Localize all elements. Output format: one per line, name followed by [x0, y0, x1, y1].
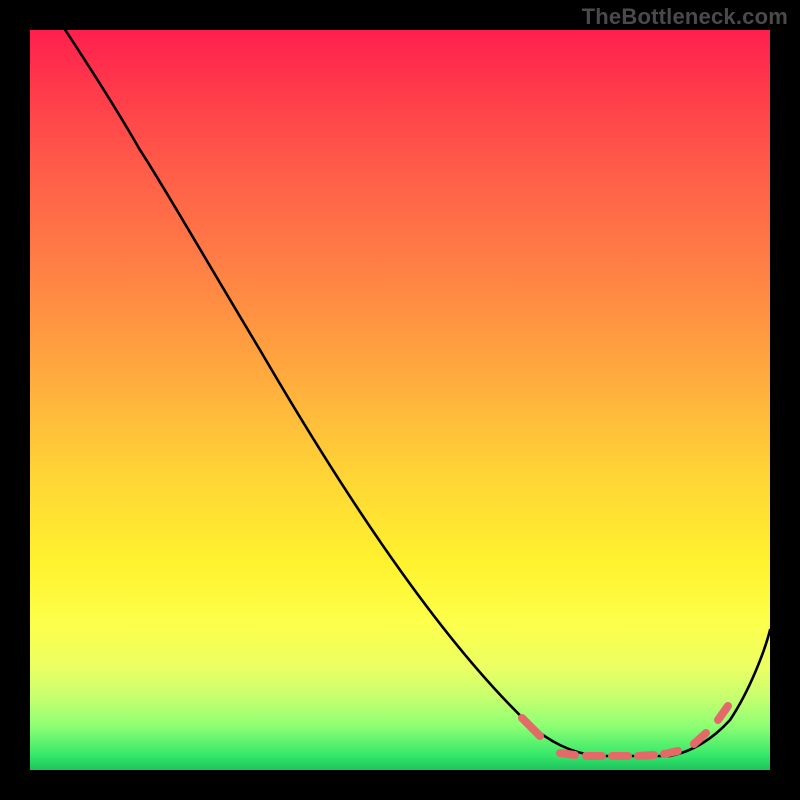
bottleneck-curve [30, 30, 770, 770]
curve-markers [522, 706, 728, 756]
watermark-text: TheBottleneck.com [582, 4, 788, 30]
plot-area [30, 30, 770, 770]
chart-frame: TheBottleneck.com [0, 0, 800, 800]
curve-path [60, 30, 770, 756]
